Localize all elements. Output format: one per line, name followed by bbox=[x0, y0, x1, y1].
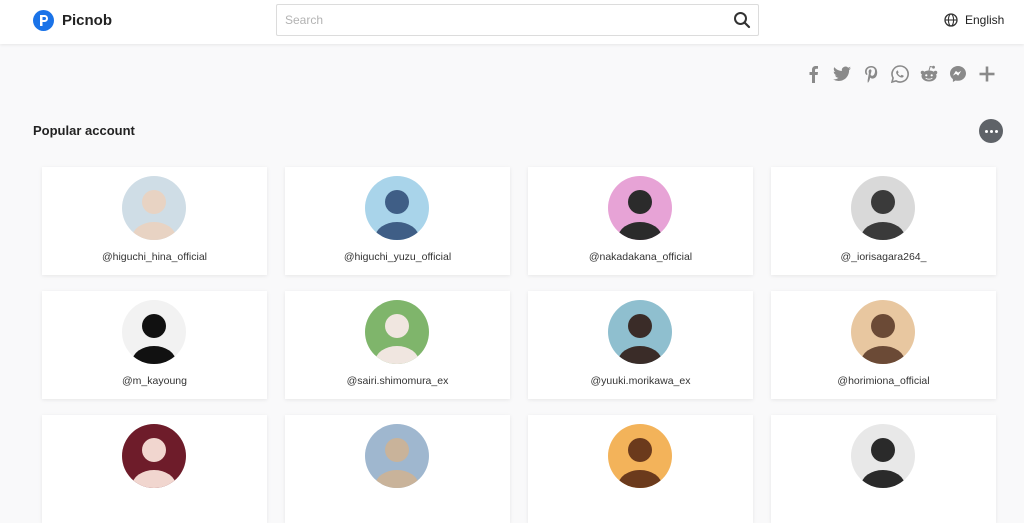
pinterest-icon[interactable] bbox=[861, 64, 881, 84]
account-username: @nakadakana_official bbox=[588, 251, 693, 263]
account-username: @horimiona_official bbox=[837, 375, 930, 387]
more-dot bbox=[994, 129, 998, 133]
search-icon bbox=[734, 12, 751, 29]
avatar bbox=[122, 176, 186, 240]
account-card[interactable] bbox=[528, 415, 753, 523]
account-grid: @higuchi_hina_official @higuchi_yuzu_off… bbox=[42, 167, 996, 523]
avatar bbox=[122, 424, 186, 488]
avatar bbox=[122, 300, 186, 364]
account-username: @sairi.shimomura_ex bbox=[346, 375, 449, 387]
avatar bbox=[851, 424, 915, 488]
search-button[interactable] bbox=[732, 10, 752, 30]
account-username: @m_kayoung bbox=[122, 375, 187, 387]
account-card[interactable]: @yuuki.morikawa_ex bbox=[528, 291, 753, 399]
facebook-icon[interactable] bbox=[803, 64, 823, 84]
search-box bbox=[276, 4, 759, 36]
site-logo[interactable]: Picnob bbox=[33, 10, 112, 31]
account-card[interactable] bbox=[285, 415, 510, 523]
account-username: @_iorisagara264_ bbox=[840, 251, 927, 263]
avatar bbox=[608, 176, 672, 240]
more-dots-icon bbox=[984, 129, 988, 133]
avatar bbox=[365, 300, 429, 364]
logo-p-icon bbox=[33, 10, 54, 31]
account-card[interactable] bbox=[771, 415, 996, 523]
account-card[interactable]: @horimiona_official bbox=[771, 291, 996, 399]
more-dot bbox=[989, 129, 993, 133]
messenger-icon[interactable] bbox=[948, 64, 968, 84]
account-username: @higuchi_yuzu_official bbox=[343, 251, 452, 263]
account-username: @yuuki.morikawa_ex bbox=[590, 375, 691, 387]
account-card[interactable]: @higuchi_hina_official bbox=[42, 167, 267, 275]
avatar bbox=[608, 300, 672, 364]
language-selector[interactable]: English bbox=[944, 13, 1004, 27]
account-card[interactable]: @higuchi_yuzu_official bbox=[285, 167, 510, 275]
share-bar bbox=[803, 64, 1006, 84]
avatar bbox=[608, 424, 672, 488]
popular-account-heading: Popular account bbox=[33, 123, 135, 138]
account-card[interactable]: @nakadakana_official bbox=[528, 167, 753, 275]
account-card[interactable] bbox=[42, 415, 267, 523]
account-card[interactable]: @sairi.shimomura_ex bbox=[285, 291, 510, 399]
avatar bbox=[851, 176, 915, 240]
avatar bbox=[365, 176, 429, 240]
search-input[interactable] bbox=[277, 5, 717, 35]
account-card[interactable]: @m_kayoung bbox=[42, 291, 267, 399]
avatar bbox=[365, 424, 429, 488]
plus-icon[interactable] bbox=[977, 64, 997, 84]
twitter-icon[interactable] bbox=[832, 64, 852, 84]
reddit-icon[interactable] bbox=[919, 64, 939, 84]
top-header: Picnob English bbox=[0, 0, 1024, 44]
globe-icon bbox=[944, 13, 958, 27]
brand-name: Picnob bbox=[62, 12, 113, 29]
more-options-button[interactable] bbox=[979, 119, 1003, 143]
account-username: @higuchi_hina_official bbox=[101, 251, 208, 263]
account-card[interactable]: @_iorisagara264_ bbox=[771, 167, 996, 275]
avatar bbox=[851, 300, 915, 364]
whatsapp-icon[interactable] bbox=[890, 64, 910, 84]
language-label: English bbox=[965, 13, 1005, 27]
